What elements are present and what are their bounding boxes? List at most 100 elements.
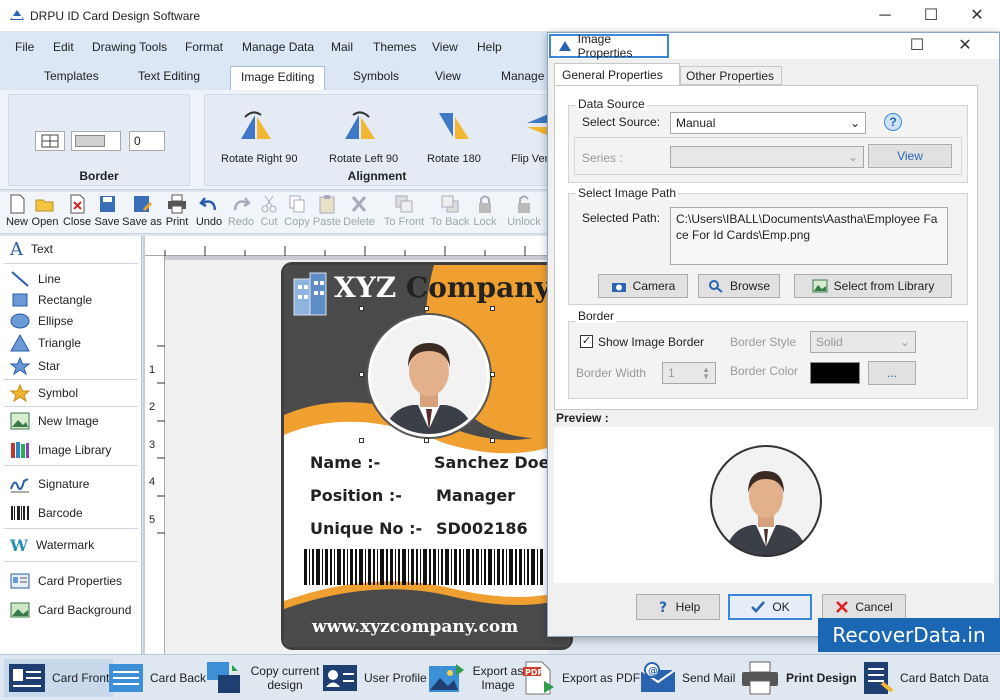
print-button[interactable]: Print (160, 194, 194, 228)
ok-button[interactable]: OK (728, 594, 812, 620)
close-button[interactable]: Close (60, 194, 94, 228)
to-front-button[interactable]: To Front (382, 194, 426, 228)
menu-view[interactable]: View (432, 40, 458, 54)
export-as-pdf-button[interactable]: PDF Export as PDF (522, 659, 640, 697)
tool-text[interactable]: A Text (10, 238, 53, 260)
tab-view[interactable]: View (435, 69, 461, 83)
selected-path-field[interactable]: C:\Users\IBALL\Documents\Aastha\Employee… (670, 207, 948, 265)
dialog-maximize-icon[interactable]: ☐ (894, 34, 940, 58)
maximize-icon[interactable]: ☐ (908, 4, 954, 28)
select-source-dropdown[interactable]: Manual ⌄ (670, 112, 866, 134)
tool-image-library[interactable]: Image Library (10, 439, 111, 461)
card-back-button[interactable]: Card Back (108, 659, 206, 697)
tab-image-editing[interactable]: Image Editing (230, 66, 326, 90)
series-dropdown[interactable]: ⌄ (670, 146, 864, 168)
tab-templates[interactable]: Templates (44, 69, 99, 83)
flip-vertical-button[interactable]: Flip Ver (511, 153, 548, 165)
show-border-checkbox[interactable]: ✓ (580, 335, 593, 348)
card-barcode (304, 549, 543, 585)
resize-handle[interactable] (359, 306, 364, 311)
tool-barcode[interactable]: Barcode (10, 502, 83, 524)
undo-button[interactable]: Undo (192, 194, 226, 228)
close-icon[interactable]: ✕ (954, 4, 1000, 28)
card-front-button[interactable]: Card Front (4, 659, 114, 697)
resize-handle[interactable] (490, 438, 495, 443)
user-profile-button[interactable]: User Profile (322, 659, 427, 697)
rectangle-icon (12, 293, 28, 307)
tool-signature[interactable]: Signature (10, 473, 89, 495)
bring-front-icon (395, 195, 413, 213)
card-batch-data-button[interactable]: Card Batch Data (862, 659, 989, 697)
copy-current-design-button[interactable]: Copy current design (206, 659, 322, 697)
menu-drawing-tools[interactable]: Drawing Tools (92, 40, 167, 54)
copy-button[interactable]: Copy (280, 194, 314, 228)
delete-button[interactable]: Delete (342, 194, 376, 228)
minimize-icon[interactable]: ─ (862, 4, 908, 28)
tab-general-properties[interactable]: General Properties (554, 63, 680, 85)
border-width-dropdown[interactable]: 0 (129, 131, 165, 151)
paste-button[interactable]: Paste (310, 194, 344, 228)
menu-edit[interactable]: Edit (53, 40, 74, 54)
menu-mail[interactable]: Mail (331, 40, 353, 54)
help-icon[interactable]: ? (884, 113, 902, 131)
resize-handle[interactable] (424, 438, 429, 443)
menu-help[interactable]: Help (477, 40, 502, 54)
tool-rectangle[interactable]: Rectangle (10, 289, 92, 311)
menu-file[interactable]: File (15, 40, 34, 54)
tool-symbol[interactable]: Symbol (10, 382, 78, 404)
tool-triangle[interactable]: Triangle (10, 332, 81, 354)
to-back-button[interactable]: To Back (428, 194, 472, 228)
border-color-dropdown[interactable] (71, 131, 121, 151)
browse-button[interactable]: Browse (698, 274, 780, 298)
help-button[interactable]: ? Help (636, 594, 720, 620)
rotate-left-button[interactable]: Rotate Left 90 (329, 153, 398, 165)
tool-card-properties[interactable]: Card Properties (10, 570, 122, 592)
menu-themes[interactable]: Themes (373, 40, 416, 54)
tab-other-properties[interactable]: Other Properties (680, 66, 782, 85)
menu-format[interactable]: Format (185, 40, 223, 54)
border-width-stepper[interactable]: 1 ▲ ▼ (662, 362, 716, 384)
tool-new-image[interactable]: New Image (10, 410, 99, 432)
unlock-button[interactable]: Unlock (506, 194, 542, 228)
rotate-180-button[interactable]: Rotate 180 (427, 153, 481, 165)
border-style-dropdown[interactable]: Solid ⌄ (810, 331, 916, 353)
resize-handle[interactable] (424, 306, 429, 311)
view-button[interactable]: View (868, 144, 952, 168)
border-color-button[interactable]: ... (868, 361, 916, 385)
resize-handle[interactable] (490, 306, 495, 311)
tool-watermark[interactable]: W Watermark (10, 534, 94, 556)
save-button[interactable]: Save (90, 194, 124, 228)
save-as-button[interactable]: Save as (122, 194, 162, 228)
tab-text-editing[interactable]: Text Editing (138, 69, 200, 83)
menu-manage-data[interactable]: Manage Data (242, 40, 314, 54)
tab-manage[interactable]: Manage (501, 69, 544, 83)
cancel-button[interactable]: Cancel (822, 594, 906, 620)
resize-handle[interactable] (490, 372, 495, 377)
employee-photo[interactable] (362, 309, 496, 443)
symbol-icon (10, 384, 30, 402)
tab-symbols[interactable]: Symbols (353, 69, 399, 83)
tool-ellipse[interactable]: Ellipse (10, 310, 73, 332)
border-color-swatch[interactable] (810, 362, 860, 384)
tools-panel: A Text Line Rectangle Ellipse Triangle St… (0, 236, 142, 654)
rotate-left-icon (345, 111, 375, 139)
lock-button[interactable]: Lock (468, 194, 502, 228)
send-mail-button[interactable]: @ Send Mail (640, 659, 735, 697)
id-card[interactable]: XYZ Company Name :- Sanchez Doe Position… (284, 265, 570, 647)
rotate-right-button[interactable]: Rotate Right 90 (221, 153, 297, 165)
resize-handle[interactable] (359, 438, 364, 443)
tool-card-background[interactable]: Card Background (10, 599, 131, 621)
batch-data-icon (864, 662, 894, 694)
border-grid-dropdown[interactable] (35, 131, 65, 151)
tool-line[interactable]: Line (10, 268, 61, 290)
resize-handle[interactable] (359, 372, 364, 377)
export-as-image-button[interactable]: Export as Image (428, 659, 524, 697)
camera-button[interactable]: Camera (598, 274, 688, 298)
dialog-close-icon[interactable]: ✕ (942, 34, 988, 58)
select-from-library-button[interactable]: Select from Library (794, 274, 952, 298)
building-icon (293, 272, 327, 316)
tool-star[interactable]: Star (10, 355, 60, 377)
open-button[interactable]: Open (28, 194, 62, 228)
separator (4, 263, 138, 264)
print-design-button[interactable]: Print Design (740, 659, 857, 697)
